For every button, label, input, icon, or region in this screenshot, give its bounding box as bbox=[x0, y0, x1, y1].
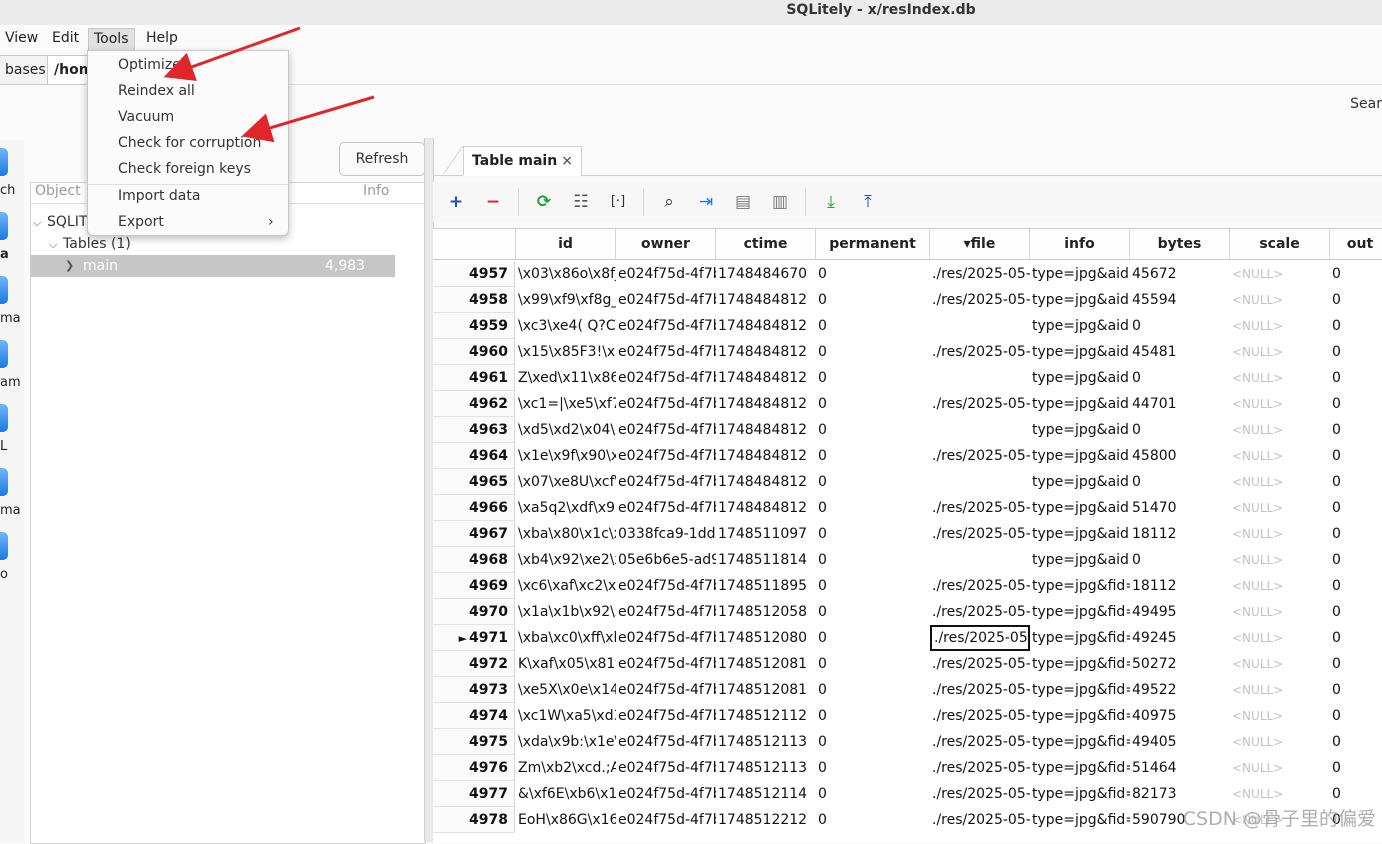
annotation-arrow-check-corruption bbox=[241, 95, 375, 143]
watermark: CSDN @骨子里的偏爱 bbox=[1182, 808, 1376, 830]
annotation-arrows bbox=[163, 26, 375, 143]
annotation-arrow-optimize bbox=[163, 26, 301, 82]
